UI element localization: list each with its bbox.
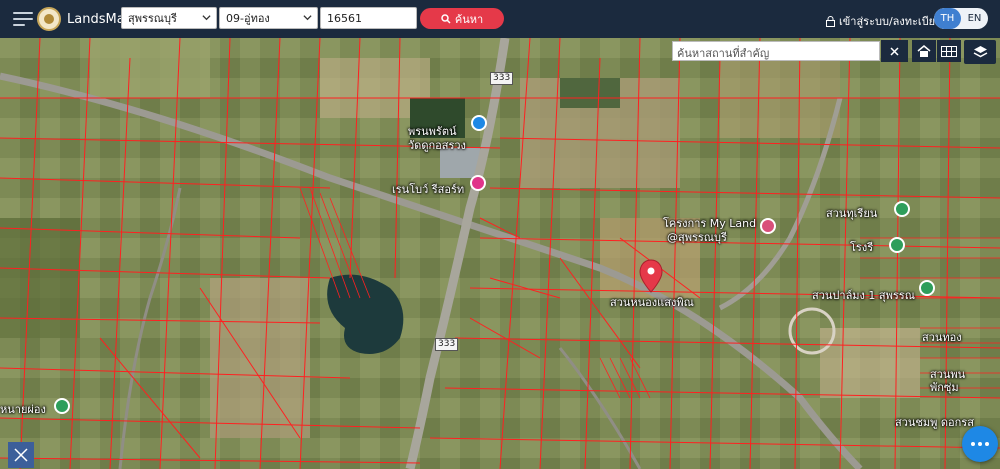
login-label: เข้าสู่ระบบ/ลงทะเบียน bbox=[839, 15, 943, 28]
poi-project-icon[interactable] bbox=[760, 218, 776, 234]
poi-garden-icon[interactable] bbox=[54, 398, 70, 414]
map-label-east3: สวนปาล์มง 1 สุพรรณ bbox=[812, 289, 915, 302]
measure-icon bbox=[14, 448, 28, 462]
poi-temple-icon[interactable] bbox=[471, 115, 487, 131]
map-label-project2: @สุพรรณบุรี bbox=[667, 231, 727, 244]
province-select[interactable]: สุพรรณบุรี bbox=[121, 7, 217, 29]
map-label-east1: สวนทุเรียน bbox=[826, 207, 878, 220]
deed-number-input[interactable]: 16561 bbox=[320, 7, 417, 29]
poi-garden-icon[interactable] bbox=[889, 237, 905, 253]
map-label-garden: สวนหนองแสงพิณ bbox=[610, 296, 694, 309]
road-shield: 333 bbox=[435, 338, 459, 351]
search-icon bbox=[441, 13, 451, 24]
lang-en-button[interactable]: EN bbox=[961, 8, 988, 29]
landsmaps-logo bbox=[37, 7, 61, 31]
close-icon bbox=[890, 46, 899, 56]
language-toggle: TH EN bbox=[934, 8, 988, 29]
lock-icon bbox=[826, 15, 835, 27]
district-value: 09-อู่ทอง bbox=[226, 12, 270, 25]
chevron-down-icon bbox=[303, 15, 312, 21]
poi-garden-icon[interactable] bbox=[919, 280, 935, 296]
map-label-east6: พักซุ่ม bbox=[930, 381, 959, 394]
poi-resort-icon[interactable] bbox=[470, 175, 486, 191]
menu-icon[interactable] bbox=[13, 12, 33, 26]
layers-button[interactable] bbox=[964, 40, 996, 64]
poi-garden-icon[interactable] bbox=[894, 201, 910, 217]
clear-search-button[interactable] bbox=[881, 40, 908, 62]
road-shield: 333 bbox=[490, 72, 514, 85]
map-label-rainbow-resort: เรนโบว์ รีสอร์ท bbox=[392, 183, 465, 196]
place-search-input[interactable]: ค้นหาสถานที่สำคัญ bbox=[672, 41, 880, 61]
deed-number-value: 16561 bbox=[327, 11, 362, 25]
map-label-east2: โรงรี bbox=[850, 241, 874, 254]
lang-th-button[interactable]: TH bbox=[934, 8, 961, 29]
map-label-temple2: วัดดูกอสรวง bbox=[408, 139, 466, 152]
login-link[interactable]: เข้าสู่ระบบ/ลงทะเบียน bbox=[826, 12, 943, 30]
measure-tool-button[interactable] bbox=[8, 442, 34, 468]
district-select[interactable]: 09-อู่ทอง bbox=[219, 7, 318, 29]
more-options-button[interactable] bbox=[962, 426, 998, 462]
layers-icon bbox=[973, 46, 987, 58]
home-icon bbox=[917, 44, 931, 57]
home-button[interactable] bbox=[912, 40, 936, 62]
map-canvas[interactable]: พรนพรัตน์ วัดดูกอสรวง เรนโบว์ รีสอร์ท โค… bbox=[0, 38, 1000, 469]
search-button[interactable]: ค้นหา bbox=[420, 8, 504, 29]
province-value: สุพรรณบุรี bbox=[128, 12, 177, 25]
map-label-east4: สวนทอง bbox=[922, 331, 962, 344]
grid-button[interactable] bbox=[937, 40, 961, 62]
chevron-down-icon bbox=[202, 15, 211, 21]
map-label-east7: สวนชมพู ดอกรส bbox=[895, 416, 974, 429]
search-button-label: ค้นหา bbox=[454, 12, 484, 26]
grid-icon bbox=[941, 45, 957, 57]
map-label-west1: หนายผ่อง bbox=[0, 403, 46, 416]
